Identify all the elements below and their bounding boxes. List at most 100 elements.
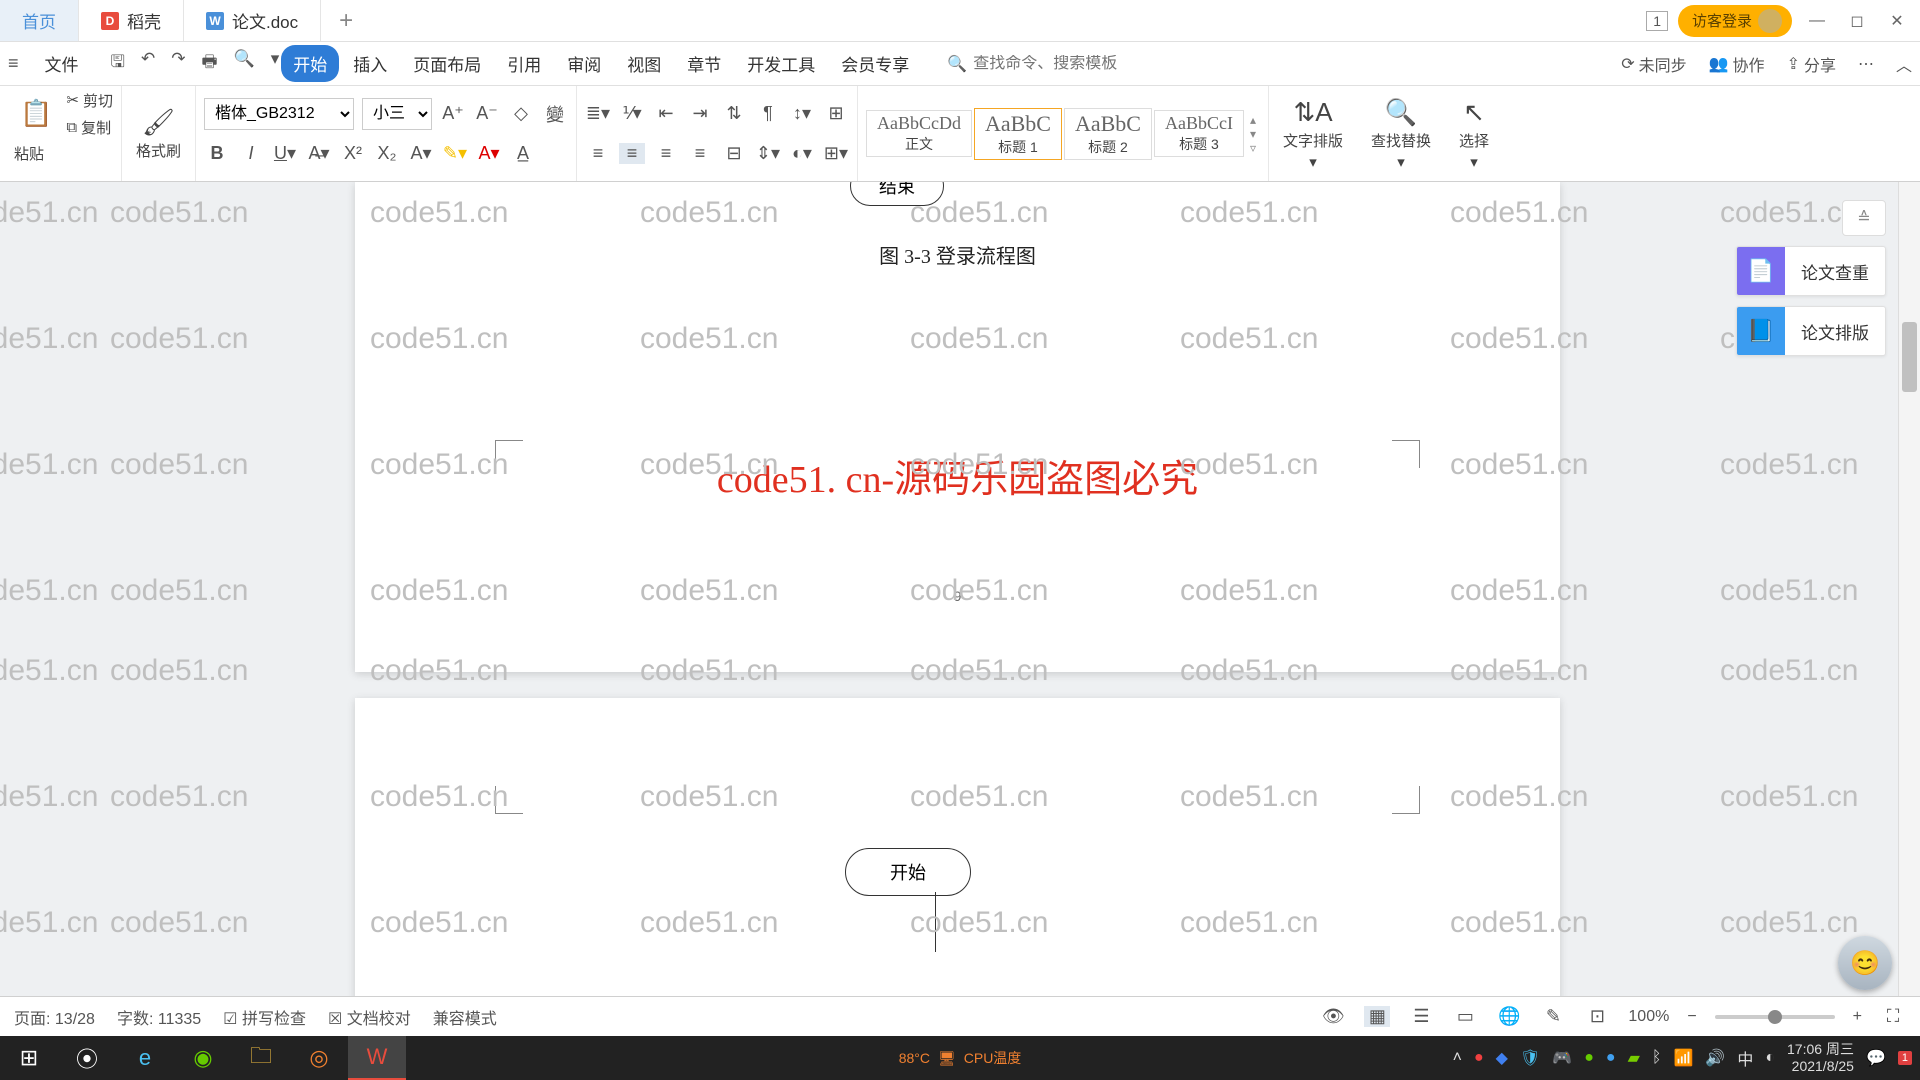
eye-icon[interactable]: 👁 — [1320, 1006, 1346, 1027]
tab-daoke[interactable]: D稻壳 — [79, 0, 184, 41]
view-outline-icon[interactable]: ☰ — [1408, 1006, 1434, 1027]
hamburger-icon[interactable]: ≡ — [8, 53, 19, 74]
task-edge[interactable]: ◉ — [174, 1036, 232, 1080]
menu-file[interactable]: 文件 — [33, 45, 91, 82]
document-area[interactable]: 结束 图 3-3 登录流程图 code51. cn-源码乐园盗图必究 9 开始 … — [0, 182, 1898, 1036]
paper-check-card[interactable]: 📄论文查重 — [1736, 246, 1886, 296]
view-web-icon[interactable]: 🌐 — [1496, 1006, 1522, 1027]
text-direction[interactable]: ⇅A文字排版▾ — [1277, 93, 1349, 175]
collapse-ribbon-icon[interactable]: ︿ — [1896, 52, 1912, 76]
fullscreen-icon[interactable]: ⛶ — [1880, 1006, 1906, 1027]
line-spacing-icon[interactable]: ⇕▾ — [755, 143, 781, 164]
char-border-icon[interactable]: A̲ — [510, 143, 536, 164]
bullets-icon[interactable]: ≣▾ — [585, 103, 611, 124]
linespace-top-icon[interactable]: ↕▾ — [789, 103, 815, 124]
tray-up-icon[interactable]: ˄ — [1453, 1049, 1462, 1067]
menu-pagelayout[interactable]: 页面布局 — [401, 45, 493, 82]
assistant-float-button[interactable]: 😊 — [1838, 936, 1892, 990]
tray-icon[interactable]: ◐ — [1765, 1049, 1775, 1067]
tab-document[interactable]: W论文.doc — [184, 0, 321, 41]
cut-button[interactable]: ✂ 剪切 — [66, 90, 113, 111]
italic-icon[interactable]: I — [238, 143, 264, 164]
clear-format-icon[interactable]: ◇ — [508, 103, 534, 124]
select-menu[interactable]: ↖选择▾ — [1453, 93, 1495, 175]
style-down-icon[interactable]: ▾ — [1250, 127, 1256, 141]
minimize-button[interactable]: — — [1802, 6, 1832, 36]
style-normal[interactable]: AaBbCcDd正文 — [866, 110, 972, 157]
style-up-icon[interactable]: ▴ — [1250, 113, 1256, 127]
highlight-icon[interactable]: ✎▾ — [442, 143, 468, 164]
numbering-icon[interactable]: ⅟▾ — [619, 103, 645, 124]
shading-icon[interactable]: ◐▾ — [789, 143, 815, 164]
align-justify-icon[interactable]: ≡ — [687, 143, 713, 164]
volume-icon[interactable]: 🔊 — [1705, 1048, 1725, 1068]
menu-insert[interactable]: 插入 — [341, 45, 399, 82]
tray-icon[interactable]: ● — [1606, 1049, 1616, 1067]
bluetooth-icon[interactable]: ᛒ — [1652, 1049, 1662, 1067]
guest-login[interactable]: 访客登录 — [1678, 5, 1792, 37]
format-painter[interactable]: 🖌格式刷 — [130, 103, 187, 165]
redo-icon[interactable]: ↷ — [171, 49, 185, 78]
tray-icon[interactable]: ● — [1474, 1049, 1484, 1067]
align-center-icon[interactable]: ≡ — [619, 143, 645, 164]
doc-proof[interactable]: ☒ 文档校对 — [328, 1005, 411, 1029]
indent-icon[interactable]: ⇥ — [687, 103, 713, 124]
tray-icon[interactable]: ◆ — [1496, 1048, 1508, 1068]
phonetic-icon[interactable]: 變 — [542, 101, 568, 127]
collab-button[interactable]: 👥 协作 — [1709, 52, 1765, 76]
menu-review[interactable]: 审阅 — [555, 45, 613, 82]
menu-member[interactable]: 会员专享 — [829, 45, 921, 82]
menu-chapter[interactable]: 章节 — [675, 45, 733, 82]
font-family-select[interactable]: 楷体_GB2312 — [204, 98, 354, 130]
scroll-thumb[interactable] — [1902, 322, 1917, 392]
style-h1[interactable]: AaBbC标题 1 — [974, 108, 1062, 160]
save-icon[interactable]: 🖫 — [111, 49, 125, 78]
search-input[interactable] — [973, 55, 1173, 73]
font-color-icon[interactable]: A▾ — [476, 143, 502, 164]
font-size-select[interactable]: 小三 — [362, 98, 432, 130]
distribute-icon[interactable]: ⊟ — [721, 143, 747, 164]
new-tab-button[interactable]: + — [321, 0, 371, 41]
style-more-icon[interactable]: ▿ — [1250, 141, 1256, 155]
close-button[interactable]: ✕ — [1882, 6, 1912, 36]
start-button[interactable]: ⊞ — [0, 1036, 58, 1080]
share-button[interactable]: ⇪ 分享 — [1787, 52, 1836, 76]
zoom-level[interactable]: 100% — [1628, 1008, 1669, 1026]
find-replace[interactable]: 🔍查找替换▾ — [1365, 93, 1437, 175]
sync-status[interactable]: ⟳ 未同步 — [1621, 52, 1686, 76]
page-indicator[interactable]: 页面: 13/28 — [14, 1005, 95, 1029]
task-wps[interactable]: W — [348, 1036, 406, 1080]
zoom-out[interactable]: − — [1687, 1008, 1696, 1026]
paste-label[interactable]: 粘贴 — [14, 143, 44, 164]
command-search[interactable]: 🔍 — [947, 54, 1173, 74]
task-explorer[interactable]: 🗀 — [232, 1036, 290, 1080]
style-h2[interactable]: AaBbC标题 2 — [1064, 108, 1152, 160]
badge-count[interactable]: 1 — [1646, 11, 1668, 31]
borders-icon[interactable]: ⊞▾ — [823, 143, 849, 164]
ime-icon[interactable]: 中 — [1737, 1046, 1753, 1070]
word-count[interactable]: 字数: 11335 — [117, 1005, 201, 1029]
spell-check[interactable]: ☑ 拼写检查 — [223, 1005, 306, 1029]
system-clock[interactable]: 17:06 周三2021/8/25 — [1787, 1041, 1854, 1075]
annotate-icon[interactable]: ✎ — [1540, 1006, 1566, 1027]
text-effect-icon[interactable]: A▾ — [408, 143, 434, 164]
undo-icon[interactable]: ↶ — [141, 49, 155, 78]
sort-icon[interactable]: ⇅ — [721, 103, 747, 124]
tray-icon[interactable]: 🎮 — [1552, 1048, 1572, 1068]
paragraph-mark-icon[interactable]: ¶ — [755, 103, 781, 124]
shrink-font-icon[interactable]: A⁻ — [474, 103, 500, 124]
paste-button[interactable]: 📋 — [14, 94, 58, 133]
paper-layout-card[interactable]: 📘论文排版 — [1736, 306, 1886, 356]
wifi-icon[interactable]: 📶 — [1673, 1048, 1693, 1068]
style-h3[interactable]: AaBbCcI标题 3 — [1154, 110, 1244, 157]
menu-view[interactable]: 视图 — [615, 45, 673, 82]
bold-icon[interactable]: B — [204, 143, 230, 164]
strike-icon[interactable]: A̶▾ — [306, 143, 332, 164]
notification-icon[interactable]: 💬 — [1866, 1048, 1886, 1068]
superscript-icon[interactable]: X² — [340, 143, 366, 164]
tray-nvidia-icon[interactable]: ▰ — [1628, 1048, 1640, 1068]
zoom-in[interactable]: + — [1853, 1008, 1862, 1026]
outdent-icon[interactable]: ⇤ — [653, 103, 679, 124]
more-qat-icon[interactable]: ▾ — [271, 49, 280, 78]
maximize-button[interactable]: ◻ — [1842, 6, 1872, 36]
